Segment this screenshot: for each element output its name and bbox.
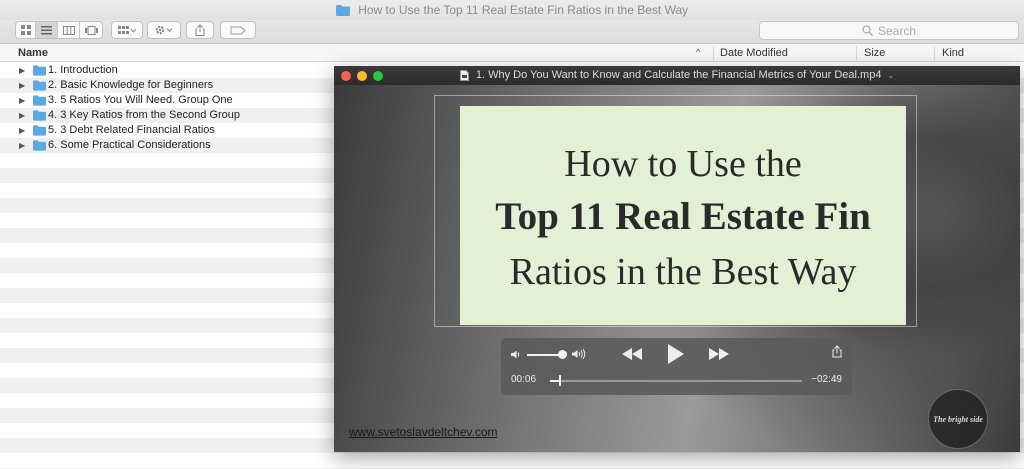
title-card-line-2: Top 11 Real Estate Fin bbox=[495, 195, 871, 238]
volume-high-icon[interactable] bbox=[571, 348, 587, 360]
folder-icon bbox=[33, 65, 46, 76]
column-header-name[interactable]: Name bbox=[18, 47, 48, 59]
search-placeholder: Search bbox=[877, 23, 917, 38]
folder-name: 5. 3 Debt Related Financial Ratios bbox=[48, 124, 215, 136]
video-file-icon bbox=[459, 69, 469, 81]
folder-icon bbox=[33, 110, 46, 121]
disclosure-triangle-icon[interactable]: ▶ bbox=[19, 78, 25, 93]
action-menu[interactable] bbox=[147, 21, 181, 39]
group-button[interactable] bbox=[112, 22, 142, 38]
zoom-window-button[interactable] bbox=[373, 71, 383, 81]
time-remaining: −02:49 bbox=[811, 374, 842, 385]
column-view-icon bbox=[62, 25, 75, 35]
share-menu[interactable] bbox=[186, 21, 214, 39]
search-icon bbox=[862, 25, 873, 36]
scrubber-track[interactable] bbox=[550, 380, 802, 382]
video-player-window: 1. Why Do You Want to Know and Calculate… bbox=[334, 66, 1020, 452]
tags-menu[interactable] bbox=[220, 21, 256, 39]
folder-name: 2. Basic Knowledge for Beginners bbox=[48, 79, 214, 91]
time-elapsed: 00:06 bbox=[511, 374, 537, 385]
folder-name: 1. Introduction bbox=[48, 64, 118, 76]
column-header-size[interactable]: Size bbox=[864, 47, 885, 59]
tag-icon bbox=[230, 26, 246, 34]
gallery-view-button[interactable] bbox=[80, 22, 102, 38]
gear-icon bbox=[155, 25, 173, 35]
minimize-window-button[interactable] bbox=[357, 71, 367, 81]
disclosure-triangle-icon[interactable]: ▶ bbox=[19, 123, 25, 138]
folder-name: 6. Some Practical Considerations bbox=[48, 139, 211, 151]
finder-title-bar: How to Use the Top 11 Real Estate Fin Ra… bbox=[0, 0, 1024, 20]
folder-icon bbox=[33, 125, 46, 136]
list-view-button[interactable] bbox=[36, 22, 58, 38]
column-header-row: Name ^ Date Modified Size Kind bbox=[0, 44, 1024, 62]
disclosure-triangle-icon[interactable]: ▶ bbox=[19, 108, 25, 123]
list-view-icon bbox=[41, 25, 52, 34]
disclosure-triangle-icon[interactable]: ▶ bbox=[19, 63, 25, 78]
group-grid-icon bbox=[118, 25, 136, 34]
close-window-button[interactable] bbox=[341, 71, 351, 81]
sort-ascending-icon: ^ bbox=[696, 47, 701, 57]
title-card-line-1: How to Use the bbox=[564, 143, 802, 185]
title-card: How to Use the Top 11 Real Estate Fin Ra… bbox=[460, 106, 906, 325]
column-view-button[interactable] bbox=[58, 22, 80, 38]
disclosure-triangle-icon[interactable]: ▶ bbox=[19, 138, 25, 153]
rewind-icon[interactable] bbox=[621, 347, 643, 361]
chevron-down-icon[interactable]: ⌄ bbox=[888, 71, 895, 80]
search-input[interactable]: Search bbox=[759, 21, 1019, 40]
column-divider[interactable] bbox=[713, 46, 714, 60]
icon-view-button[interactable] bbox=[16, 22, 36, 38]
share-icon bbox=[195, 24, 205, 36]
folder-icon bbox=[335, 5, 350, 17]
fast-forward-icon[interactable] bbox=[708, 347, 730, 361]
player-window-title: 1. Why Do You Want to Know and Calculate… bbox=[475, 69, 882, 81]
folder-name: 4. 3 Key Ratios from the Second Group bbox=[48, 109, 240, 121]
icon-view-icon bbox=[20, 25, 31, 35]
share-button[interactable] bbox=[187, 22, 213, 38]
gallery-view-icon bbox=[84, 25, 98, 35]
volume-slider-knob[interactable] bbox=[558, 350, 567, 359]
empty-row bbox=[0, 453, 1024, 468]
finder-window-title: How to Use the Top 11 Real Estate Fin Ra… bbox=[358, 3, 689, 17]
folder-icon bbox=[33, 140, 46, 151]
folder-name: 3. 5 Ratios You Will Need. Group One bbox=[48, 94, 233, 106]
group-by-menu[interactable] bbox=[111, 21, 143, 39]
column-divider[interactable] bbox=[856, 46, 857, 60]
play-icon[interactable] bbox=[667, 343, 685, 365]
column-header-kind[interactable]: Kind bbox=[942, 47, 964, 59]
disclosure-triangle-icon[interactable]: ▶ bbox=[19, 93, 25, 108]
scrubber-playhead[interactable] bbox=[559, 375, 561, 386]
player-title-bar[interactable]: 1. Why Do You Want to Know and Calculate… bbox=[334, 66, 1020, 85]
folder-icon bbox=[33, 80, 46, 91]
scrubber-progress bbox=[550, 380, 559, 382]
playback-controls: 00:06 −02:49 bbox=[501, 338, 852, 395]
volume-low-icon[interactable] bbox=[510, 349, 521, 360]
website-link[interactable]: www.svetoslavdeltchev.com bbox=[349, 425, 498, 439]
share-icon[interactable] bbox=[832, 345, 842, 358]
logo-text: The bright side bbox=[933, 414, 983, 424]
column-divider[interactable] bbox=[934, 46, 935, 60]
brand-logo: The bright side bbox=[928, 389, 988, 449]
folder-icon bbox=[33, 95, 46, 106]
view-mode-switcher bbox=[15, 21, 103, 39]
finder-toolbar: Search bbox=[0, 20, 1024, 44]
action-gear-button[interactable] bbox=[148, 22, 180, 38]
video-frame[interactable]: How to Use the Top 11 Real Estate Fin Ra… bbox=[334, 85, 1020, 452]
column-header-date-modified[interactable]: Date Modified bbox=[720, 47, 788, 59]
edit-tags-button[interactable] bbox=[221, 22, 255, 38]
title-card-line-3: Ratios in the Best Way bbox=[509, 251, 857, 293]
